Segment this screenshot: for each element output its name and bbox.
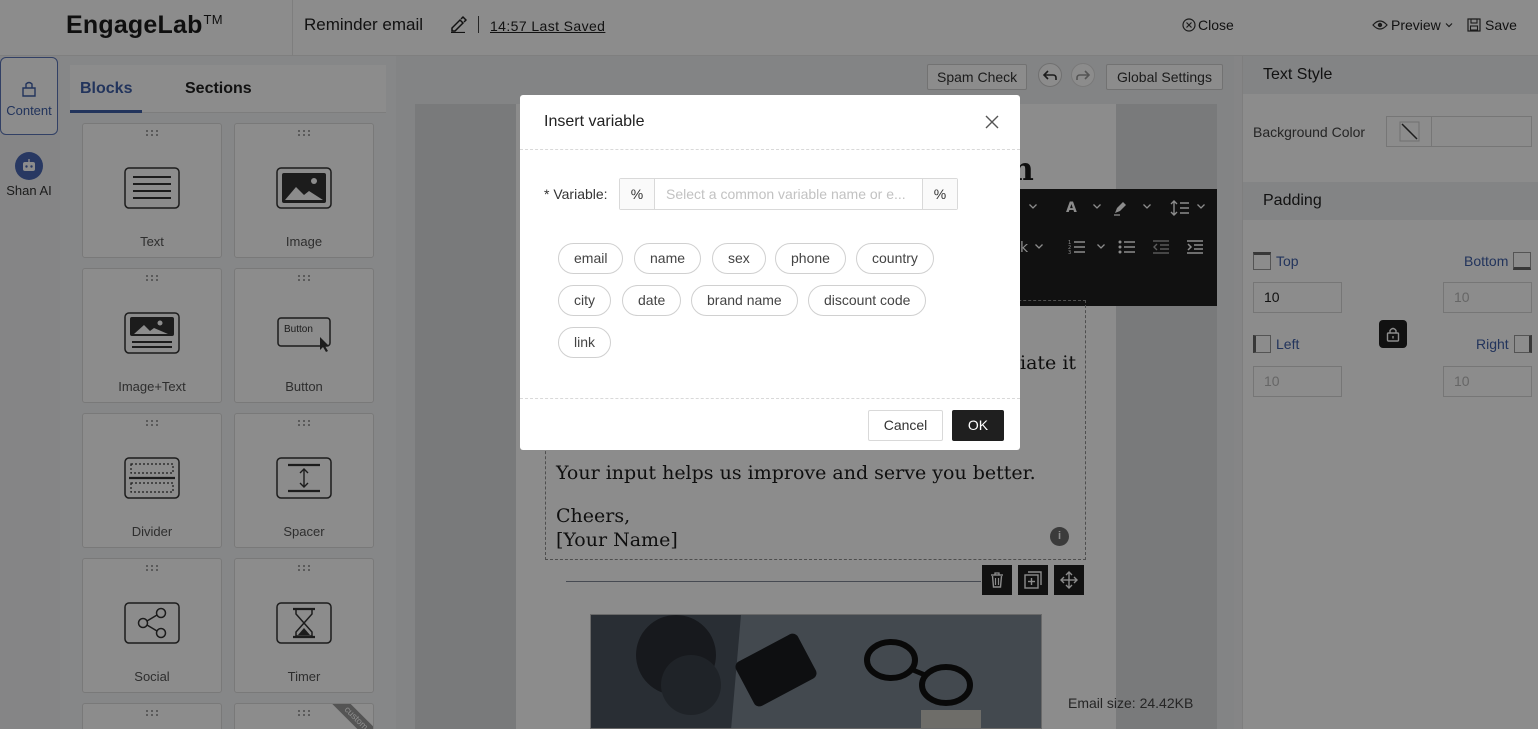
variable-suffix: %: [922, 179, 957, 209]
variable-chip-sex[interactable]: sex: [712, 243, 766, 274]
variable-chip-name[interactable]: name: [634, 243, 702, 274]
dialog-divider: [520, 149, 1020, 150]
dialog-close-button[interactable]: [985, 115, 999, 129]
variable-chip-phone[interactable]: phone: [775, 243, 846, 274]
variable-chip-city[interactable]: city: [558, 285, 611, 316]
dialog-title: Insert variable: [544, 113, 645, 130]
variable-input-group: % %: [619, 178, 958, 210]
ok-button[interactable]: OK: [952, 410, 1004, 441]
variable-field-label: * Variable:: [544, 186, 608, 202]
dialog-footer-divider: [520, 398, 1020, 399]
variable-chip-email[interactable]: email: [558, 243, 624, 274]
cancel-button[interactable]: Cancel: [868, 410, 943, 441]
variable-name-input[interactable]: [656, 179, 922, 209]
variable-prefix: %: [620, 179, 655, 209]
variable-chip-brand-name[interactable]: brand name: [691, 285, 798, 316]
variable-chip-country[interactable]: country: [856, 243, 934, 274]
variable-chip-link[interactable]: link: [558, 327, 612, 358]
insert-variable-dialog: Insert variable * Variable: % % email na…: [520, 95, 1020, 450]
variable-chip-discount-code[interactable]: discount code: [808, 285, 927, 316]
variable-chip-date[interactable]: date: [622, 285, 682, 316]
close-icon: [985, 115, 999, 129]
